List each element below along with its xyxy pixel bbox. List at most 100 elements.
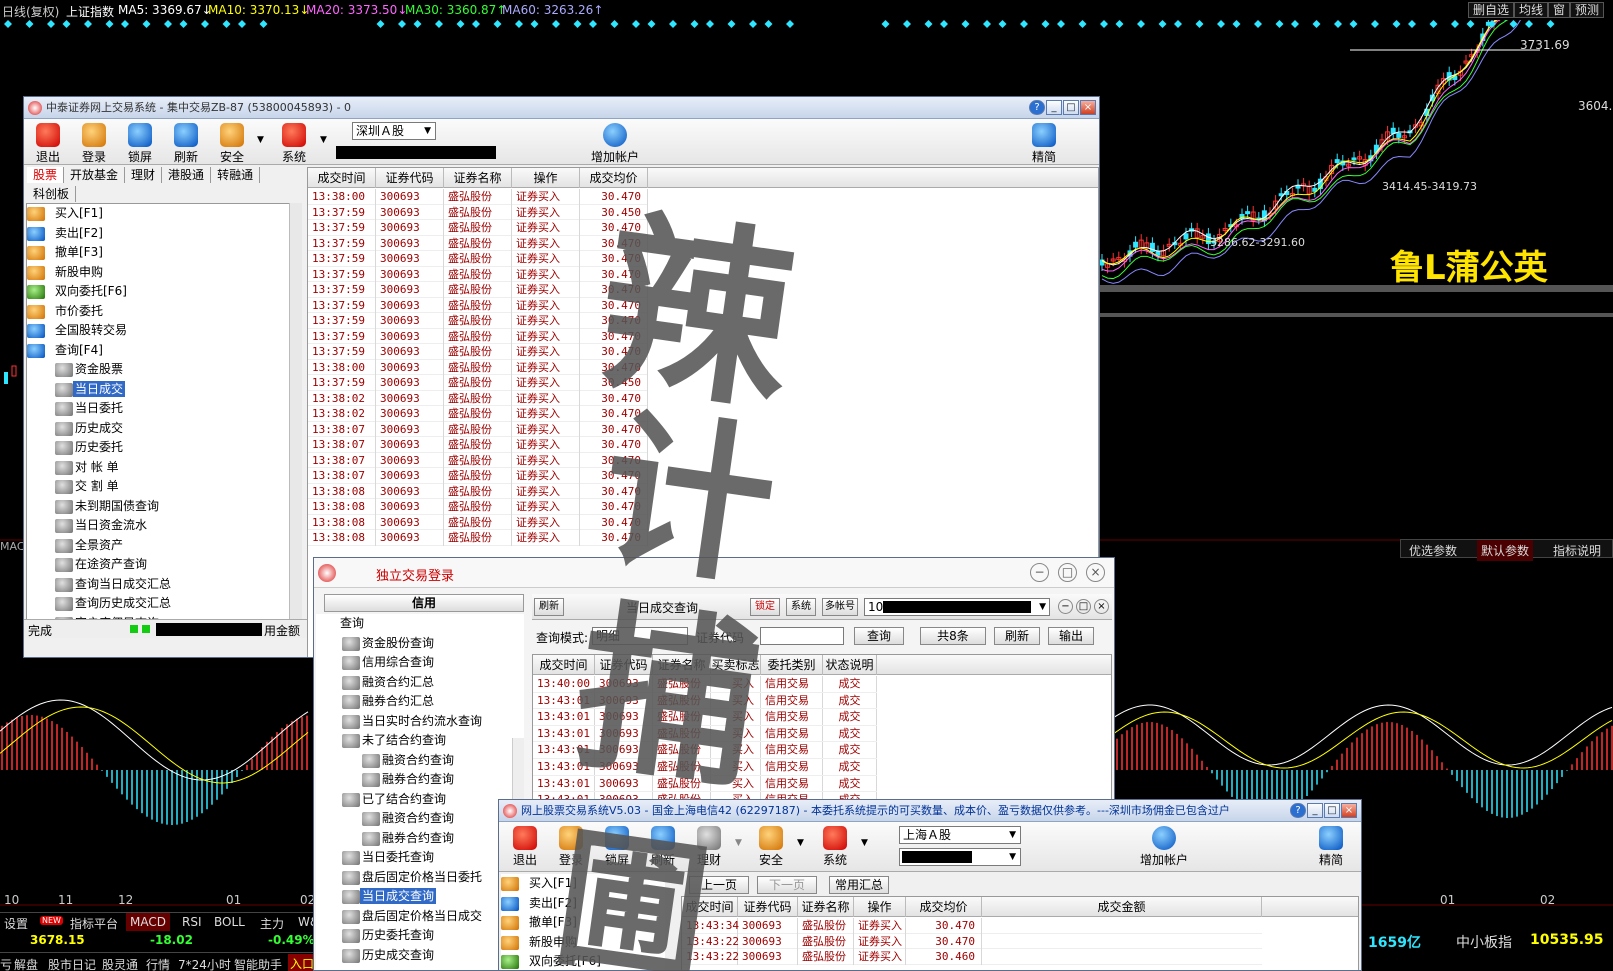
- table-row[interactable]: 13:38:08 300693 盛弘股份 证券买入 30.470: [308, 499, 648, 515]
- tree-item-10[interactable]: 当日委托: [27, 399, 301, 419]
- next-page-button[interactable]: 下一页: [757, 876, 817, 894]
- credit-tree-item-4[interactable]: 融券合约汇总: [316, 692, 524, 712]
- security-button[interactable]: 安全: [212, 121, 252, 165]
- credit-tree-item-5[interactable]: 当日实时合约流水查询: [316, 712, 524, 732]
- column-header[interactable]: 证券代码: [595, 655, 653, 675]
- account-select[interactable]: ▼: [899, 848, 1021, 866]
- chevron-down-icon[interactable]: ▼: [861, 838, 868, 848]
- credit-function-tree[interactable]: 查询 资金股份查询 信用综合查询 融资合约汇总 融券合约汇总 当日实时合约流水查询 未了结合…: [316, 614, 524, 970]
- multi-account-button[interactable]: 多帐号: [822, 598, 858, 616]
- tree-item-18[interactable]: 在途资产查询: [27, 555, 301, 575]
- tab-star-market[interactable]: 科创板: [27, 186, 77, 202]
- window-title-bar[interactable]: 独立交易登录 − □ ×: [314, 558, 1114, 588]
- tree-item-19[interactable]: 查询当日成交汇总: [27, 575, 301, 595]
- maximize-button[interactable]: □: [1058, 563, 1077, 582]
- credit-tree-item-14[interactable]: 当日成交查询: [316, 887, 524, 907]
- link-stock-assistant[interactable]: 股灵通: [102, 956, 138, 971]
- system-button[interactable]: 系统: [815, 824, 855, 868]
- query-button[interactable]: 查询: [854, 627, 904, 645]
- table-row[interactable]: 13:37:59 300693 盛弘股份 证券买入 30.470: [308, 220, 648, 236]
- today-trades-table[interactable]: 成交时间 证券代码 证券名称 操作 成交均价 成交金额 13:43:34 300693 盛弘股份…: [681, 896, 1359, 970]
- column-header[interactable]: 操作: [512, 168, 580, 188]
- credit-tree-item-16[interactable]: 历史委托查询: [316, 926, 524, 946]
- table-row[interactable]: 13:37:59 300693 盛弘股份 证券买入 30.470: [308, 313, 648, 329]
- table-row[interactable]: 13:38:00 300693 盛弘股份 证券买入 30.470: [308, 189, 648, 205]
- column-header[interactable]: 操作: [854, 897, 906, 917]
- table-row[interactable]: 13:38:07 300693 盛弘股份 证券买入 30.470: [308, 437, 648, 453]
- tree-item-3[interactable]: 新股申购: [27, 263, 301, 283]
- params-optional-button[interactable]: 优选参数: [1409, 542, 1457, 559]
- table-row[interactable]: 13:37:59 300693 盛弘股份 证券买入 30.470: [308, 297, 648, 313]
- rsi-tab[interactable]: RSI: [182, 915, 202, 929]
- tree-item-13[interactable]: 对 帐 单: [27, 458, 301, 478]
- add-account-button[interactable]: 增加帐户: [1129, 824, 1199, 868]
- lock-button[interactable]: 锁定: [750, 598, 780, 616]
- params-default-button[interactable]: 默认参数: [1477, 540, 1534, 561]
- refresh-button[interactable]: 刷新: [643, 824, 683, 868]
- macd-tab[interactable]: MACD: [126, 913, 170, 931]
- lock-screen-button[interactable]: 锁屏: [597, 824, 637, 868]
- credit-tree-item-13[interactable]: 盘后固定价格当日委托: [316, 868, 524, 888]
- table-row[interactable]: 13:43:01300693盛弘股份买入信用交易成交: [533, 742, 877, 759]
- table-row[interactable]: 13:38:08 300693 盛弘股份 证券买入 30.470: [308, 483, 648, 499]
- minimize-button[interactable]: −: [1030, 563, 1049, 582]
- settings-tab[interactable]: 设置: [4, 915, 28, 932]
- function-tree[interactable]: 买入[F1] 卖出[F2] 撤单[F3] 新股申购 双向委托[F6] 市价委托 全国股转交易…: [26, 203, 302, 621]
- guojin-trading-window[interactable]: 网上股票交易系统V5.03 - 国金上海电信42 (62297187) - 本委…: [498, 799, 1362, 971]
- link-7x24[interactable]: 7*24小时: [178, 956, 231, 971]
- tree-item-17[interactable]: 全景资产: [27, 536, 301, 556]
- table-row[interactable]: 13:38:02 300693 盛弘股份 证券买入 30.470: [308, 406, 648, 422]
- refresh-button[interactable]: 刷新: [166, 121, 206, 165]
- table-row[interactable]: 13:43:01300693盛弘股份买入信用交易成交: [533, 725, 877, 743]
- column-header[interactable]: 成交金额: [982, 897, 1262, 917]
- tree-item-1[interactable]: 卖出[F2]: [27, 224, 301, 244]
- chevron-down-icon[interactable]: ▼: [735, 838, 742, 848]
- table-row[interactable]: 13:43:22 300693 盛弘股份 证券买入 30.470: [682, 933, 1262, 949]
- main-force-tab[interactable]: 主力: [260, 915, 284, 932]
- predict-button[interactable]: 预测: [1570, 2, 1605, 18]
- minimize-button[interactable]: _: [1046, 100, 1062, 115]
- tree-item-9[interactable]: 当日成交: [27, 380, 301, 400]
- exit-button[interactable]: 退出: [28, 121, 68, 165]
- table-row[interactable]: 13:38:08 300693 盛弘股份 证券买入 30.470: [308, 530, 648, 546]
- tree-item-16[interactable]: 当日资金流水: [27, 516, 301, 536]
- exit-button[interactable]: 退出: [505, 824, 545, 868]
- tab-hk-connect[interactable]: 港股通: [162, 167, 212, 183]
- tab-wealth[interactable]: 理财: [125, 167, 163, 183]
- tree-scrollbar[interactable]: [289, 203, 302, 621]
- tree-item-11[interactable]: 历史成交: [27, 419, 301, 439]
- tree-item-15[interactable]: 未到期国债查询: [27, 497, 301, 517]
- delete-watchlist-button[interactable]: 删自选: [1468, 2, 1515, 18]
- tree-item-4[interactable]: 双向委托[F6]: [501, 952, 665, 970]
- column-header[interactable]: 证券名称: [653, 655, 711, 675]
- tree-item-6[interactable]: 全国股转交易: [27, 321, 301, 341]
- refresh-button[interactable]: 刷新: [534, 598, 564, 616]
- table-row[interactable]: 13:38:02 300693 盛弘股份 证券买入 30.470: [308, 390, 648, 406]
- table-row[interactable]: 13:37:59 300693 盛弘股份 证券买入 30.470: [308, 344, 648, 360]
- sme-index-name[interactable]: 中小板指: [1456, 932, 1512, 952]
- chevron-down-icon[interactable]: ▼: [320, 135, 327, 145]
- column-header[interactable]: 状态说明: [823, 655, 877, 675]
- simple-mode-button[interactable]: 精简: [1024, 121, 1064, 165]
- column-header[interactable]: 证券名称: [798, 897, 854, 917]
- column-header[interactable]: 证券名称: [444, 168, 512, 188]
- close-button[interactable]: ×: [1086, 563, 1105, 582]
- chevron-down-icon[interactable]: ▼: [257, 135, 264, 145]
- add-account-button[interactable]: 增加帐户: [580, 121, 650, 165]
- link-quotes[interactable]: 行情: [146, 956, 170, 971]
- credit-tree-item-9[interactable]: 已了结合约查询: [316, 790, 524, 810]
- tree-item-7[interactable]: 查询[F4]: [27, 341, 301, 361]
- security-code-input[interactable]: [760, 627, 844, 645]
- credit-tree-item-7[interactable]: 融资合约查询: [316, 751, 524, 771]
- link-diary[interactable]: 股市日记: [48, 956, 96, 971]
- minimize-button[interactable]: −: [1058, 599, 1073, 614]
- table-row[interactable]: 13:43:01300693盛弘股份买入信用交易成交: [533, 775, 877, 793]
- tree-item-20[interactable]: 查询历史成交汇总: [27, 594, 301, 614]
- credit-tree-item-3[interactable]: 融资合约汇总: [316, 673, 524, 693]
- help-icon[interactable]: ?: [1029, 100, 1045, 115]
- tree-item-8[interactable]: 资金股票: [27, 360, 301, 380]
- credit-tree-item-11[interactable]: 融券合约查询: [316, 829, 524, 849]
- login-button[interactable]: 登录: [74, 121, 114, 165]
- table-row[interactable]: 13:37:59 300693 盛弘股份 证券买入 30.470: [308, 266, 648, 282]
- finance-button[interactable]: 理财: [689, 824, 729, 868]
